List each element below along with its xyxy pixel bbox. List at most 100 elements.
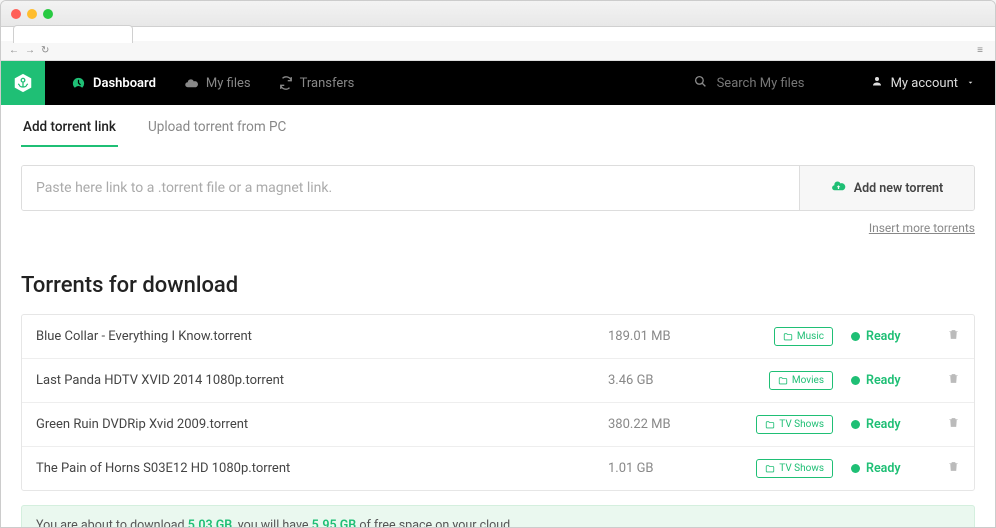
trash-icon [947,372,960,385]
category-badge[interactable]: Music [774,327,833,346]
trash-icon [947,460,960,473]
main-nav: Dashboard My files Transfers [1,61,995,105]
summary-bar: You are about to download 5.03 GB, you w… [21,505,975,527]
refresh-icon [279,76,293,90]
torrent-url-input[interactable] [22,166,799,210]
delete-button[interactable] [928,328,960,345]
torrent-row: Last Panda HDTV XVID 2014 1080p.torrent3… [22,359,974,403]
status-label: Ready [866,461,901,476]
torrent-category: Movies [728,371,833,390]
gauge-icon [71,76,86,91]
torrent-list: Blue Collar - Everything I Know.torrent1… [21,314,975,491]
anchor-icon [12,72,34,94]
add-torrent-button[interactable]: Add new torrent [799,166,974,210]
category-label: TV Shows [779,419,824,430]
section-title: Torrents for download [21,273,975,298]
status-label: Ready [866,329,901,344]
folder-icon [765,464,775,474]
browser-nav-bar: ← → ↻ ≡ [1,41,995,61]
logo[interactable] [1,61,45,105]
torrent-name: Green Ruin DVDRip Xvid 2009.torrent [36,417,608,432]
status-dot-icon [851,332,860,341]
category-label: Music [797,331,824,342]
torrent-name: The Pain of Horns S03E12 HD 1080p.torren… [36,461,608,476]
reload-icon[interactable]: ↻ [41,45,49,56]
minimize-window-button[interactable] [27,9,37,19]
status-label: Ready [866,373,901,388]
torrent-size: 1.01 GB [608,461,728,476]
trash-icon [947,328,960,341]
forward-icon[interactable]: → [25,45,35,56]
tab-upload-pc[interactable]: Upload torrent from PC [146,119,288,147]
torrent-row: The Pain of Horns S03E12 HD 1080p.torren… [22,447,974,490]
add-torrent-row: Add new torrent [21,165,975,211]
category-badge[interactable]: TV Shows [756,459,833,478]
app-window: ← → ↻ ≡ Dashboard My files [0,0,996,528]
nav-myfiles-label: My files [206,76,251,91]
torrent-category: TV Shows [728,415,833,434]
nav-dashboard-label: Dashboard [93,76,156,91]
torrent-name: Last Panda HDTV XVID 2014 1080p.torrent [36,373,608,388]
status-dot-icon [851,464,860,473]
status-label: Ready [866,417,901,432]
delete-button[interactable] [928,416,960,433]
summary-suffix: of free space on your cloud. [356,518,513,527]
torrent-category: TV Shows [728,459,833,478]
browser-tab-bar [1,27,995,41]
torrent-status: Ready [833,417,928,432]
insert-more-link[interactable]: Insert more torrents [869,221,975,235]
folder-icon [778,376,788,386]
close-window-button[interactable] [11,9,21,19]
torrent-name: Blue Collar - Everything I Know.torrent [36,329,608,344]
cloud-icon [184,76,199,91]
torrent-size: 380.22 MB [608,417,728,432]
browser-titlebar [1,1,995,27]
search-icon[interactable] [694,75,707,92]
nav-myfiles[interactable]: My files [170,61,265,105]
browser-tab[interactable] [13,25,133,43]
status-dot-icon [851,376,860,385]
insert-more-row: Insert more torrents [21,221,975,235]
tab-add-link[interactable]: Add torrent link [21,119,118,147]
maximize-window-button[interactable] [43,9,53,19]
content: Add torrent link Upload torrent from PC … [1,105,995,527]
chevron-down-icon [966,76,975,91]
search-area [680,75,851,92]
category-badge[interactable]: Movies [769,371,833,390]
folder-icon [765,420,775,430]
cloud-upload-icon [831,179,846,198]
torrent-status: Ready [833,461,928,476]
torrent-status: Ready [833,329,928,344]
summary-prefix: You are about to download [36,518,188,527]
back-icon[interactable]: ← [9,45,19,56]
torrent-size: 189.01 MB [608,329,728,344]
window-controls [11,9,53,19]
category-badge[interactable]: TV Shows [756,415,833,434]
category-label: Movies [792,375,824,386]
summary-free-space: 5.95 GB [312,518,357,527]
nav-transfers[interactable]: Transfers [265,61,369,105]
delete-button[interactable] [928,460,960,477]
delete-button[interactable] [928,372,960,389]
torrent-category: Music [728,327,833,346]
trash-icon [947,416,960,429]
torrent-row: Green Ruin DVDRip Xvid 2009.torrent380.2… [22,403,974,447]
nav-items: Dashboard My files Transfers [57,61,368,105]
account-menu[interactable]: My account [851,75,995,91]
folder-icon [783,332,793,342]
summary-download-size: 5.03 GB [188,518,233,527]
nav-dashboard[interactable]: Dashboard [57,61,170,105]
menu-icon[interactable]: ≡ [977,45,983,56]
category-label: TV Shows [779,463,824,474]
torrent-status: Ready [833,373,928,388]
sub-tabs: Add torrent link Upload torrent from PC [21,105,975,147]
account-label: My account [891,76,958,91]
status-dot-icon [851,420,860,429]
torrent-size: 3.46 GB [608,373,728,388]
user-icon [871,75,883,91]
summary-middle: , you will have [232,518,311,527]
nav-transfers-label: Transfers [300,76,355,91]
torrent-row: Blue Collar - Everything I Know.torrent1… [22,315,974,359]
add-torrent-label: Add new torrent [854,181,943,196]
search-input[interactable] [717,76,837,91]
